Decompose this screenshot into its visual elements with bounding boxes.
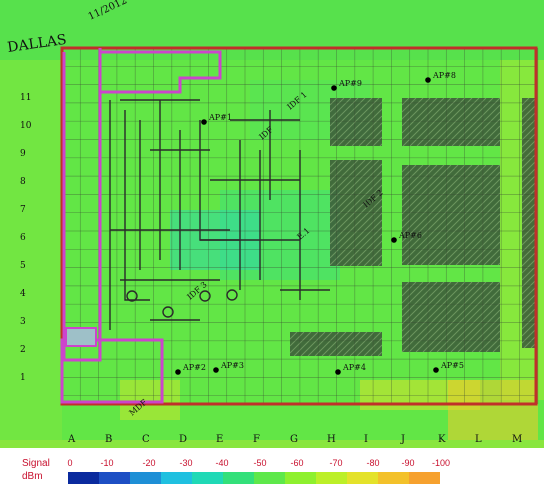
column-label: K bbox=[438, 434, 446, 445]
legend-tick-label: -70 bbox=[329, 458, 343, 468]
access-point-marker bbox=[331, 85, 337, 91]
row-label: 1 bbox=[20, 373, 26, 383]
legend-swatch bbox=[192, 472, 223, 484]
access-point-label: AP#3 bbox=[220, 361, 244, 370]
column-label: H bbox=[327, 434, 336, 445]
access-point-marker bbox=[335, 369, 341, 375]
legend-color-scale bbox=[68, 472, 440, 484]
legend-tick-label: -50 bbox=[253, 458, 267, 468]
row-label: 3 bbox=[20, 317, 26, 327]
legend-unit: dBm bbox=[22, 471, 43, 482]
legend-swatch bbox=[316, 472, 347, 484]
legend-swatch bbox=[347, 472, 378, 484]
legend-swatch bbox=[161, 472, 192, 484]
access-point-marker bbox=[433, 367, 439, 373]
row-label: 6 bbox=[20, 233, 26, 243]
legend-swatch bbox=[409, 472, 440, 484]
column-label: I bbox=[364, 434, 368, 445]
legend-swatch bbox=[68, 472, 99, 484]
access-point-label: AP#2 bbox=[182, 363, 206, 372]
legend-swatch bbox=[285, 472, 316, 484]
legend-swatch bbox=[254, 472, 285, 484]
access-point-label: AP#9 bbox=[338, 79, 362, 88]
legend-swatch bbox=[378, 472, 409, 484]
row-label: 4 bbox=[20, 289, 26, 299]
row-label: 11 bbox=[20, 93, 31, 103]
heat-zone bbox=[120, 380, 180, 420]
legend-tick-label: -40 bbox=[215, 458, 229, 468]
column-label: G bbox=[290, 434, 298, 445]
access-point-marker bbox=[201, 119, 207, 125]
row-label: 10 bbox=[20, 121, 32, 131]
legend-tick-label: -20 bbox=[142, 458, 156, 468]
heat-zone bbox=[0, 60, 62, 440]
column-label: M bbox=[512, 434, 522, 445]
legend-swatch bbox=[130, 472, 161, 484]
signal-heatmap-floorplan: DALLAS 11/2012 1110987654321 ABCDEFGHIJK… bbox=[0, 0, 544, 448]
heat-zone bbox=[0, 440, 544, 448]
legend-swatch bbox=[99, 472, 130, 484]
legend-tick-label: -10 bbox=[100, 458, 114, 468]
legend-tick-label: 0 bbox=[67, 458, 73, 468]
column-label: B bbox=[105, 434, 112, 445]
legend-tick-label: -80 bbox=[366, 458, 380, 468]
access-point-label: AP#6 bbox=[398, 231, 422, 240]
column-label: J bbox=[400, 434, 405, 445]
heat-zone bbox=[448, 380, 538, 440]
column-label: C bbox=[142, 434, 150, 445]
access-point-label: AP#8 bbox=[432, 71, 456, 80]
row-label: 7 bbox=[20, 205, 26, 215]
legend-tick-label: -60 bbox=[290, 458, 304, 468]
column-label: E bbox=[216, 434, 223, 445]
legend-tick-label: -90 bbox=[401, 458, 415, 468]
access-point-marker bbox=[213, 367, 219, 373]
row-label: 2 bbox=[20, 345, 26, 355]
lower-office-room bbox=[65, 327, 97, 347]
column-label: A bbox=[67, 434, 76, 445]
column-label: D bbox=[179, 434, 187, 445]
access-point-marker bbox=[425, 77, 431, 83]
column-label: L bbox=[475, 434, 482, 445]
row-label: 9 bbox=[20, 149, 26, 159]
heat-zone bbox=[0, 0, 544, 60]
access-point-marker bbox=[391, 237, 397, 243]
access-point-label: AP#5 bbox=[440, 361, 464, 370]
access-point-label: AP#4 bbox=[342, 363, 366, 372]
legend-tick-label: -30 bbox=[179, 458, 193, 468]
signal-legend: Signal dBm 0 -10 -20 -30 -40 -50 -60 -70 -80 -90 -… bbox=[0, 452, 544, 490]
legend-swatch bbox=[223, 472, 254, 484]
access-point-marker bbox=[175, 369, 181, 375]
legend-tick-label: -100 bbox=[431, 458, 451, 468]
legend-title: Signal bbox=[22, 458, 50, 469]
column-label: F bbox=[253, 434, 260, 445]
row-label: 8 bbox=[20, 177, 26, 187]
row-label: 5 bbox=[20, 261, 26, 271]
access-point-label: AP#1 bbox=[208, 113, 232, 122]
